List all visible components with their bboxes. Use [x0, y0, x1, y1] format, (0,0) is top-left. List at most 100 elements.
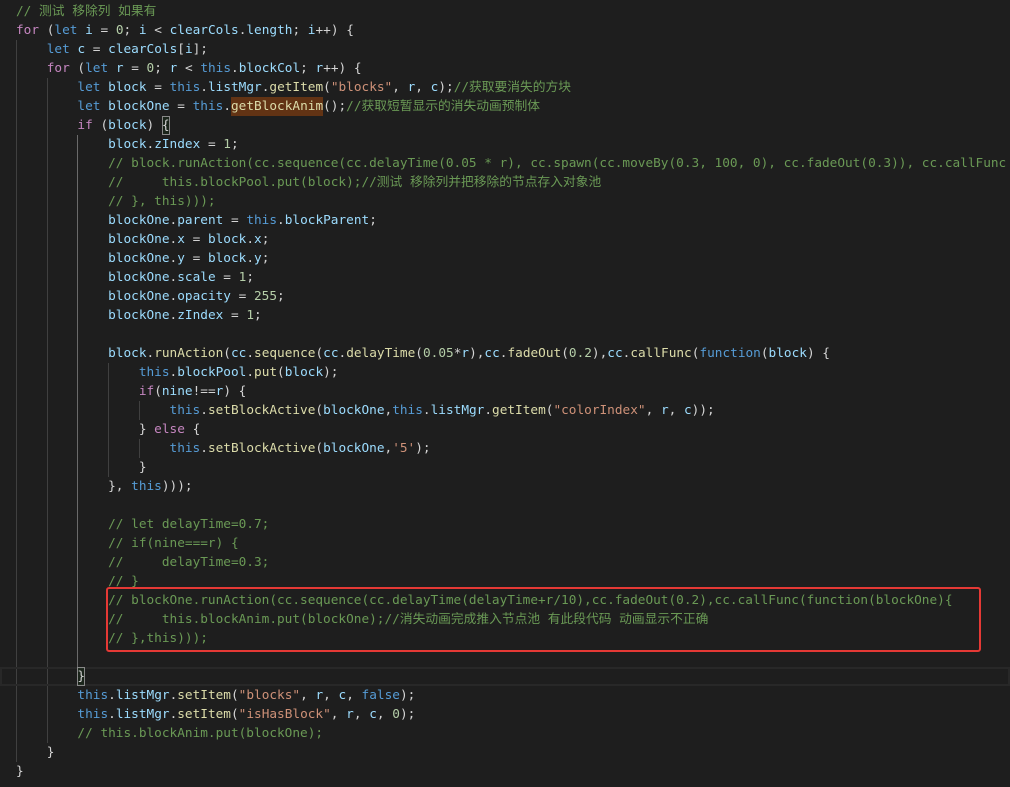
code-line[interactable]: // this.blockPool.put(block);//测试 移除列并把移…	[16, 173, 601, 192]
code-line[interactable]: blockOne.opacity = 255;	[16, 287, 285, 306]
code-token: x	[177, 232, 185, 247]
code-line[interactable]: this.setBlockActive(blockOne,'5');	[16, 439, 431, 458]
code-token: ];	[192, 42, 208, 57]
code-line[interactable]: }, this)));	[16, 477, 192, 496]
code-token: for	[16, 23, 40, 38]
code-line[interactable]: for (let i = 0; i < clearCols.length; i+…	[16, 21, 354, 40]
code-token: cc	[230, 346, 247, 361]
code-line[interactable]: for (let r = 0; r < this.blockCol; r++) …	[16, 59, 362, 78]
code-line[interactable]: // }, this)));	[16, 192, 215, 211]
code-token: blockOne	[108, 213, 170, 228]
code-token: //获取要消失的方块	[453, 80, 572, 95]
code-token: ++) {	[323, 61, 362, 76]
code-token: put	[254, 365, 278, 380]
code-line[interactable]: blockOne.x = block.x;	[16, 230, 269, 249]
code-token: c	[683, 403, 692, 418]
code-token: x	[254, 232, 262, 247]
code-token: // this.blockPool.put(block);//测试 移除列并把移…	[108, 175, 602, 190]
code-lines[interactable]: // 测试 移除列 如果有 for (let i = 0; i < clearCo…	[0, 0, 1010, 787]
code-line[interactable]: } else {	[16, 420, 200, 439]
code-token: ) {	[223, 384, 247, 399]
code-line[interactable]: // let delayTime=0.7;	[16, 515, 269, 534]
code-token: sequence	[254, 346, 316, 361]
code-token: .	[246, 365, 255, 380]
code-line[interactable]: this.setBlockActive(blockOne,this.listMg…	[16, 401, 715, 420]
code-token: r	[346, 707, 354, 722]
code-token: y	[177, 251, 185, 266]
code-line[interactable]: // 测试 移除列 如果有	[16, 2, 156, 21]
code-token: this	[246, 213, 278, 228]
code-token: this	[169, 403, 201, 418]
code-token: ;	[154, 61, 170, 76]
code-line[interactable]: }	[16, 667, 85, 686]
code-token: "colorIndex"	[553, 403, 646, 418]
code-line[interactable]: // if(nine===r) {	[16, 534, 239, 553]
code-line[interactable]: }	[16, 743, 55, 762]
code-token: block	[207, 232, 247, 247]
code-token: if	[138, 384, 155, 399]
code-token: '5'	[392, 441, 416, 456]
code-line[interactable]: let block = this.listMgr.getItem("blocks…	[16, 78, 571, 97]
code-token: // let delayTime=0.7;	[108, 517, 270, 532]
code-line[interactable]: let blockOne = this.getBlockAnim();//获取短…	[16, 97, 540, 116]
code-token: blockOne	[108, 270, 170, 285]
code-token: blockOne	[108, 99, 170, 114]
code-token: zIndex	[177, 308, 224, 323]
code-token: =	[123, 61, 147, 76]
code-line[interactable]: }	[16, 458, 147, 477]
code-token: let	[54, 23, 78, 38]
code-token: .	[223, 99, 231, 114]
code-line[interactable]: }	[16, 762, 24, 781]
code-token: (	[223, 346, 231, 361]
code-token: ;	[230, 137, 239, 152]
code-token: ;	[292, 23, 308, 38]
code-token: r	[115, 61, 124, 76]
code-line[interactable]: // block.runAction(cc.sequence(cc.delayT…	[16, 154, 1006, 173]
code-line[interactable]: this.listMgr.setItem("isHasBlock", r, c,…	[16, 705, 415, 724]
code-token: r	[660, 403, 669, 418]
code-token: );	[399, 688, 416, 703]
code-line[interactable]: this.blockPool.put(block);	[16, 363, 339, 382]
code-token: clearCols	[108, 42, 178, 57]
code-line[interactable]: if (block) {	[16, 116, 169, 135]
code-token: 0.05	[422, 346, 454, 361]
code-line[interactable]: blockOne.parent = this.blockParent;	[16, 211, 377, 230]
code-line[interactable]: blockOne.zIndex = 1;	[16, 306, 262, 325]
code-token: );	[323, 365, 339, 380]
code-token: .	[277, 213, 285, 228]
code-editor[interactable]: // 测试 移除列 如果有 for (let i = 0; i < clearCo…	[0, 0, 1010, 787]
code-line[interactable]: blockOne.scale = 1;	[16, 268, 254, 287]
code-line[interactable]: this.listMgr.setItem("blocks", r, c, fal…	[16, 686, 415, 705]
code-line[interactable]: let c = clearCols[i];	[16, 40, 208, 59]
code-token: 0	[392, 707, 400, 722]
code-line[interactable]: // this.blockAnim.put(blockOne);	[16, 724, 323, 743]
code-token: (	[230, 688, 239, 703]
code-token: =	[146, 80, 170, 95]
code-token: .	[422, 403, 431, 418]
code-token: clearCols	[169, 23, 239, 38]
code-token: if	[77, 118, 93, 133]
code-line[interactable]: block.zIndex = 1;	[16, 135, 239, 154]
code-token: (	[323, 80, 331, 95]
code-token: <	[146, 23, 170, 38]
code-line[interactable]: block.runAction(cc.sequence(cc.delayTime…	[16, 344, 830, 363]
code-token: .	[200, 441, 208, 456]
code-token: //获取短暂显示的消失动画预制体	[346, 99, 541, 114]
code-line[interactable]: blockOne.y = block.y;	[16, 249, 269, 268]
code-token: =	[92, 23, 116, 38]
code-line[interactable]: // delayTime=0.3;	[16, 553, 269, 572]
code-line[interactable]: if(nine!==r) {	[16, 382, 247, 401]
code-token: (	[315, 346, 324, 361]
code-token: ;	[123, 23, 139, 38]
code-token: (	[39, 23, 55, 38]
code-token: ,	[346, 688, 362, 703]
code-token: getBlockAnim	[231, 99, 324, 114]
code-token: .	[246, 346, 255, 361]
